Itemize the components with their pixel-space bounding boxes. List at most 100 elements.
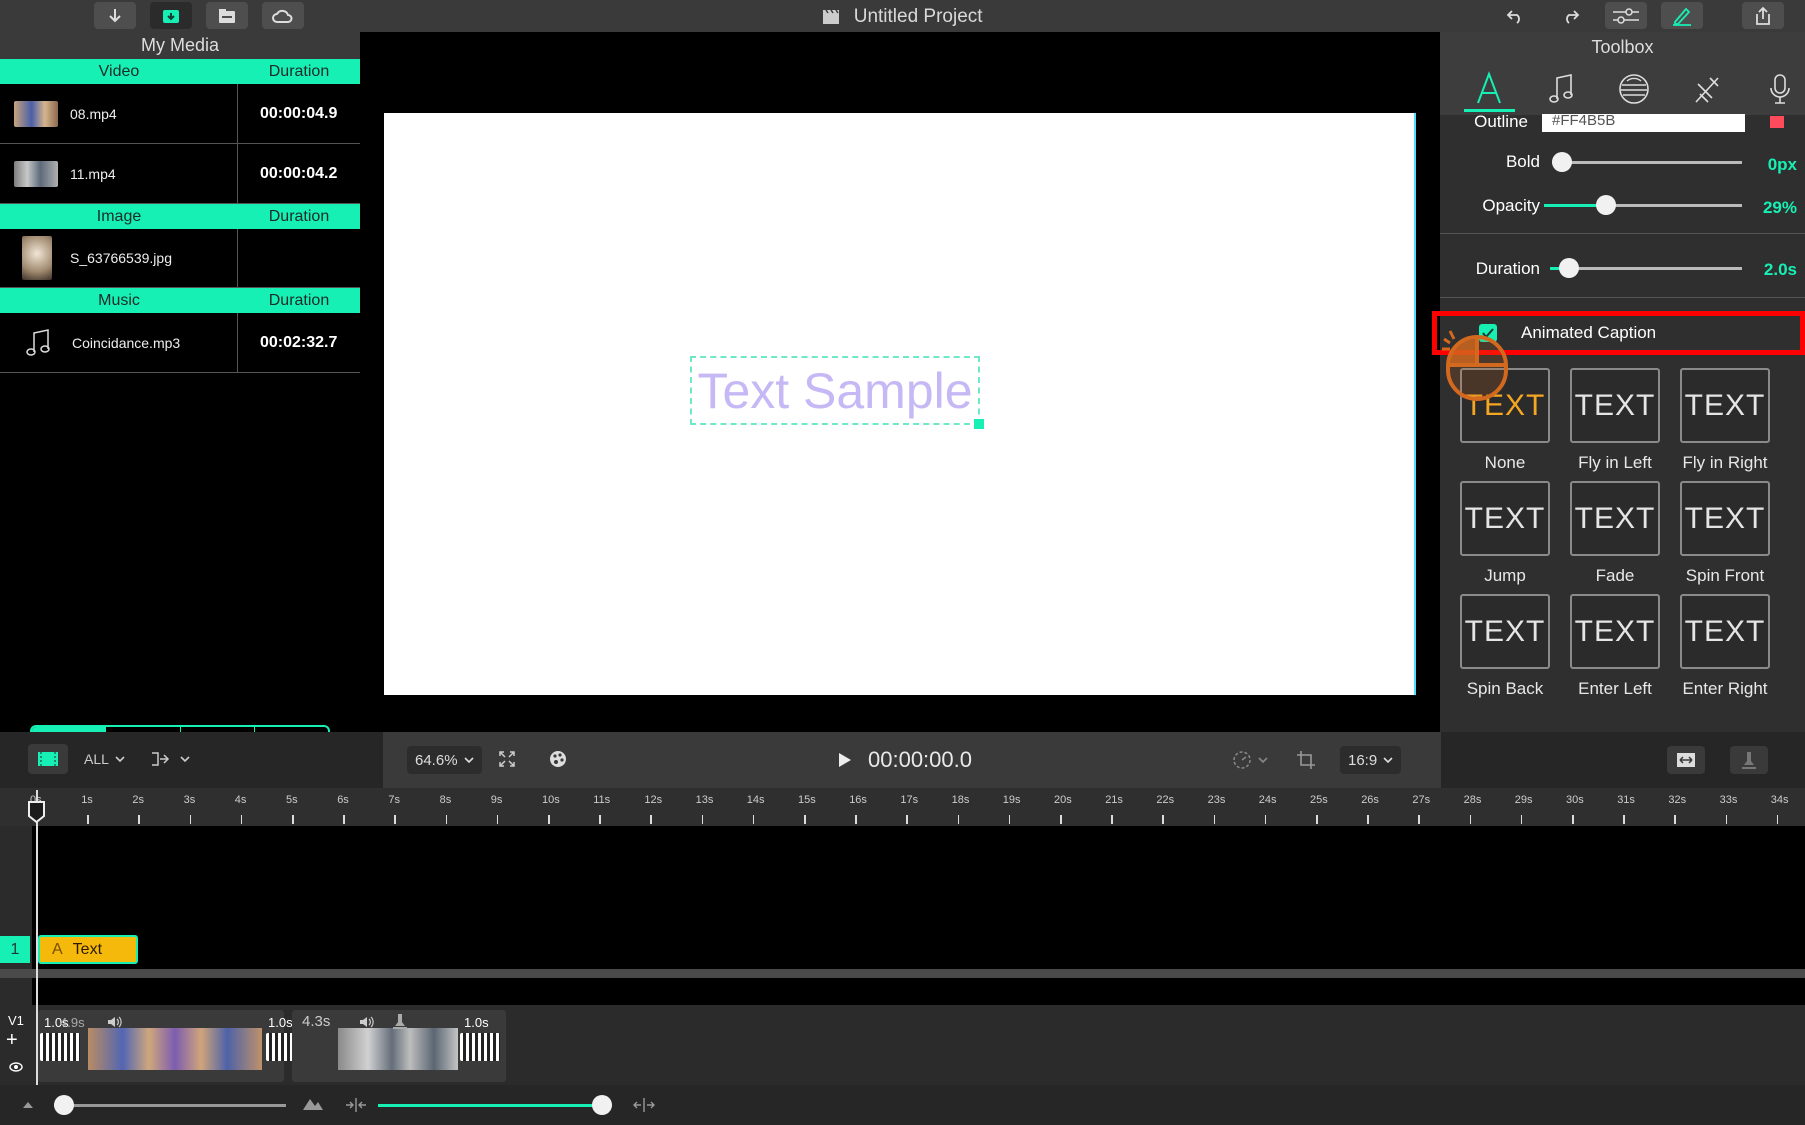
clip-2-end-transition: 1.0s <box>464 1015 489 1030</box>
ruler-tick <box>957 815 960 824</box>
marker-button[interactable] <box>1730 746 1768 774</box>
chevron-down-icon <box>180 756 190 763</box>
effect-fade[interactable]: TEXT Fade <box>1560 481 1670 586</box>
play-button[interactable] <box>833 748 857 772</box>
music-note-icon <box>1549 74 1573 103</box>
aspect-ratio-value: 16:9 <box>1348 751 1378 769</box>
ruler-tick <box>394 815 396 824</box>
redo-button[interactable] <box>1550 2 1592 29</box>
text-track-number: 1 <box>0 936 30 963</box>
add-track-button[interactable]: + <box>6 1030 18 1050</box>
expand-icon <box>499 751 515 767</box>
ruler-tick <box>650 815 652 824</box>
chevron-down-icon <box>463 757 474 764</box>
ruler-label: 28s <box>1463 794 1482 806</box>
outline-color-swatch[interactable] <box>1770 116 1784 128</box>
effect-fly-in-left[interactable]: TEXT Fly in Left <box>1560 368 1670 473</box>
effect-jump[interactable]: TEXT Jump <box>1450 481 1560 586</box>
adjust-icon <box>1613 7 1639 24</box>
thumbnail-size-knob[interactable] <box>54 1095 74 1115</box>
ruler-label: 23s <box>1207 794 1226 806</box>
tab-filter[interactable] <box>1609 66 1660 112</box>
timeline-ruler[interactable]: 0s1s2s3s4s5s6s7s8s9s10s11s12s13s14s15s16… <box>0 788 1805 826</box>
media-item-name: Coincidance.mp3 <box>72 334 181 351</box>
bold-slider-knob[interactable] <box>1552 152 1572 172</box>
media-item-image-1[interactable]: S_63766539.jpg <box>0 229 360 288</box>
bold-slider[interactable] <box>1552 152 1742 172</box>
effect-fly-in-right[interactable]: TEXT Fly in Right <box>1670 368 1780 473</box>
transition-marker[interactable] <box>40 1033 80 1061</box>
resize-handle[interactable] <box>974 419 984 429</box>
media-item-duration: 00:00:04.9 <box>260 104 338 122</box>
tab-music[interactable] <box>1537 66 1588 112</box>
playhead-line <box>36 790 38 1085</box>
effect-label: Enter Right <box>1682 679 1768 698</box>
ruler-label: 21s <box>1105 794 1123 806</box>
duration-slider[interactable] <box>1550 258 1742 278</box>
opacity-slider-knob[interactable] <box>1596 195 1616 215</box>
media-item-name: S_63766539.jpg <box>70 250 172 266</box>
fit-timeline-button[interactable] <box>1667 746 1705 774</box>
ruler-tick <box>292 815 294 824</box>
opacity-slider[interactable] <box>1544 195 1742 215</box>
tab-effects[interactable] <box>1682 66 1733 112</box>
track-filter-dropdown[interactable]: ALL <box>84 746 125 772</box>
opacity-label: Opacity <box>1482 196 1540 215</box>
clip-marker-icon[interactable] <box>392 1013 408 1029</box>
playhead-handle[interactable] <box>27 800 46 824</box>
preview-canvas[interactable]: Text Sample <box>384 113 1416 695</box>
ruler-label: 29s <box>1514 794 1533 806</box>
film-button[interactable] <box>28 744 68 774</box>
timeline-zoom-knob[interactable] <box>592 1095 612 1115</box>
speed-dropdown[interactable] <box>1232 747 1268 773</box>
effect-label: Spin Front <box>1685 566 1765 585</box>
ruler-tick <box>1264 815 1267 824</box>
zoom-out-icon[interactable] <box>344 1097 368 1113</box>
ruler-label: 17s <box>900 794 919 806</box>
aspect-ratio-dropdown[interactable]: 16:9 <box>1340 746 1402 774</box>
crop-button[interactable] <box>1293 747 1319 773</box>
tab-voiceover[interactable] <box>1754 66 1805 112</box>
speed-icon <box>1233 751 1251 769</box>
tab-text[interactable] <box>1464 66 1515 112</box>
split-dropdown[interactable] <box>150 746 190 772</box>
media-item-video-2[interactable]: 11.mp4 00:00:04.2 <box>0 144 360 204</box>
undo-button[interactable] <box>1494 2 1536 29</box>
edit-button[interactable] <box>1661 2 1703 29</box>
outline-color-field[interactable]: #FF4B5B <box>1542 114 1745 132</box>
ruler-label: 1s <box>81 794 93 806</box>
chevron-down-icon <box>115 756 125 763</box>
media-item-music-1[interactable]: Coincidance.mp3 00:02:32.7 <box>0 313 360 373</box>
video-thumbnail <box>14 160 58 187</box>
share-button[interactable] <box>1742 2 1784 29</box>
duration-slider-knob[interactable] <box>1559 258 1579 278</box>
ruler-label: 33s <box>1719 794 1738 806</box>
effect-label: Spin Back <box>1466 679 1544 698</box>
ruler-tick <box>1418 815 1420 824</box>
effect-spin-front[interactable]: TEXT Spin Front <box>1670 481 1780 586</box>
timeline-zoom-slider[interactable] <box>378 1095 612 1115</box>
effect-spin-back[interactable]: TEXT Spin Back <box>1450 594 1560 699</box>
opacity-value: 29% <box>1762 198 1797 217</box>
zoom-dropdown[interactable]: 64.6% <box>407 746 482 774</box>
ruler-tick <box>1060 815 1062 824</box>
adjust-button[interactable] <box>1605 2 1647 29</box>
speaker-icon[interactable] <box>106 1015 124 1029</box>
divider <box>1440 233 1805 234</box>
transition-marker[interactable] <box>460 1033 500 1061</box>
effect-enter-right[interactable]: TEXT Enter Right <box>1670 594 1780 699</box>
eye-icon[interactable] <box>9 1062 23 1072</box>
text-clip[interactable]: A Text <box>38 935 138 964</box>
effect-enter-left[interactable]: TEXT Enter Left <box>1560 594 1670 699</box>
text-sample-box[interactable]: Text Sample <box>690 356 984 429</box>
ruler-label: 5s <box>286 794 298 806</box>
speaker-icon[interactable] <box>358 1015 376 1029</box>
color-palette-button[interactable] <box>547 748 569 770</box>
media-item-video-1[interactable]: 08.mp4 00:00:04.9 <box>0 84 360 144</box>
zoom-in-icon[interactable] <box>632 1097 656 1113</box>
effect-preview: TEXT <box>1570 368 1660 443</box>
thumbnail-size-slider[interactable] <box>54 1095 286 1115</box>
fullscreen-button[interactable] <box>496 748 518 770</box>
media-item-duration: 00:02:32.7 <box>260 333 338 351</box>
ruler-label: 13s <box>695 794 714 806</box>
